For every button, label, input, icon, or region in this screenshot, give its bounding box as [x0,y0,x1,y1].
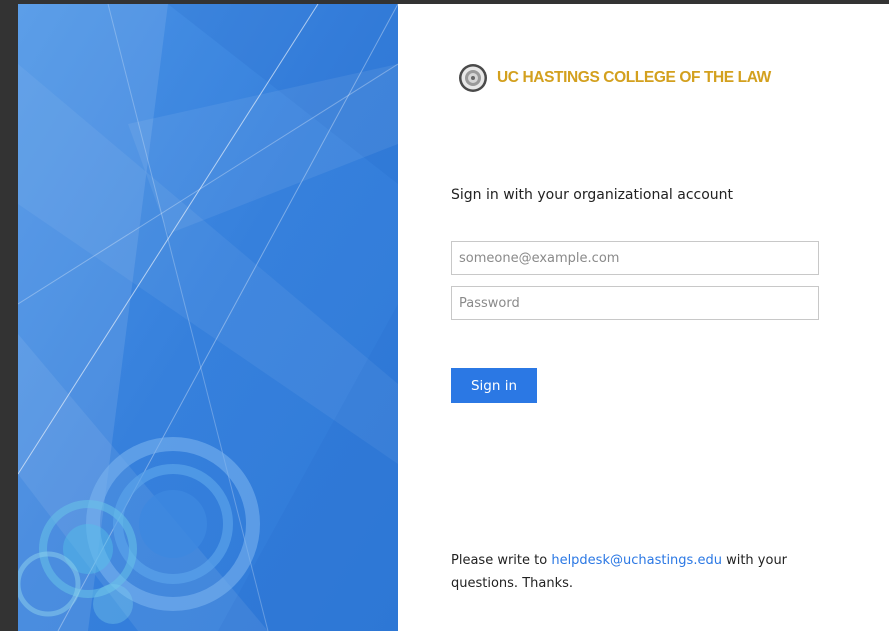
college-seal-icon [459,64,487,92]
helpdesk-email-link[interactable]: helpdesk@uchastings.edu [551,553,722,568]
sign-in-heading: Sign in with your organizational account [451,187,734,203]
illustration-panel [18,4,398,631]
abstract-background-graphic [18,4,398,631]
email-input[interactable] [451,241,819,275]
college-logo: UC HASTINGS COLLEGE OF THE LAW [458,62,771,94]
college-name: UC HASTINGS COLLEGE OF THE LAW [497,69,771,86]
helpdesk-note-prefix: Please write to [451,553,552,568]
sign-in-button[interactable]: Sign in [451,368,537,403]
sign-in-window: UC HASTINGS COLLEGE OF THE LAW Sign in w… [18,4,889,631]
password-input[interactable] [451,286,819,320]
helpdesk-note: Please write to helpdesk@uchastings.edu … [451,549,811,595]
sign-in-panel: UC HASTINGS COLLEGE OF THE LAW Sign in w… [398,4,889,631]
